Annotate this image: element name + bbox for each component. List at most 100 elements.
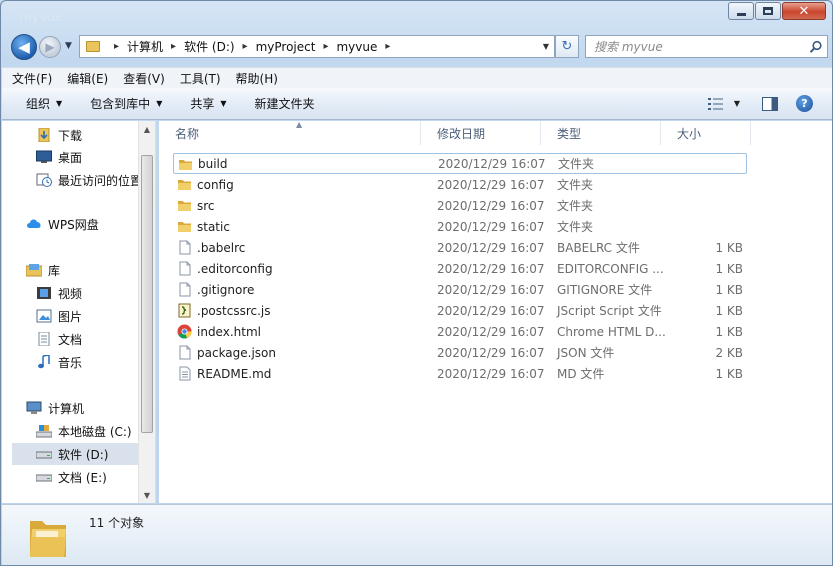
file-date: 2020/12/29 16:07	[438, 156, 546, 171]
file-name: .postcssrc.js	[197, 303, 271, 318]
file-date: 2020/12/29 16:07	[437, 240, 545, 255]
file-row[interactable]: .editorconfig 2020/12/29 16:07 EDITORCONFI…	[173, 258, 747, 279]
file-date: 2020/12/29 16:07	[437, 198, 545, 213]
file-name: src	[197, 198, 215, 213]
breadcrumb-computer[interactable]: 计算机	[127, 38, 163, 55]
breadcrumb-separator[interactable]: ▸	[171, 41, 176, 52]
file-name: package.json	[197, 345, 277, 360]
nav-item-label: WPS网盘	[48, 217, 99, 232]
column-header-name[interactable]: 名称 ▲	[159, 120, 421, 145]
include-in-library-button[interactable]: 包含到库中 ▼	[90, 95, 162, 112]
forward-button[interactable]: ▶	[39, 36, 61, 58]
folder-icon	[177, 219, 192, 234]
refresh-button[interactable]: ↻	[555, 35, 579, 58]
music-icon	[36, 354, 52, 369]
breadcrumb-drive-d[interactable]: 软件 (D:)	[184, 38, 234, 55]
address-bar[interactable]: ▸ 计算机 ▸ 软件 (D:) ▸ myProject ▸ myvue ▸ ▼	[79, 35, 555, 58]
nav-item-6[interactable]: 图片	[36, 305, 82, 327]
recent-pages-button[interactable]: ▼	[65, 41, 72, 51]
file-row[interactable]: README.md 2020/12/29 16:07 MD 文件 1 KB	[173, 363, 747, 384]
file-row[interactable]: config 2020/12/29 16:07 文件夹	[173, 174, 747, 195]
chevron-down-icon: ▼	[56, 99, 63, 108]
menu-help[interactable]: 帮助(H)	[236, 70, 278, 87]
nav-item-4[interactable]: 库	[25, 259, 60, 281]
file-icon	[177, 282, 192, 297]
menu-bar: 文件(F) 编辑(E) 查看(V) 工具(T) 帮助(H)	[2, 67, 832, 88]
file-row[interactable]: index.html 2020/12/29 16:07 Chrome HTML D.…	[173, 321, 747, 342]
back-button[interactable]: ◀	[11, 34, 37, 60]
breadcrumb-myvue[interactable]: myvue	[336, 40, 377, 54]
column-header-type[interactable]: 类型	[541, 121, 661, 145]
file-name: static	[197, 219, 230, 234]
help-icon[interactable]: ?	[796, 95, 813, 112]
breadcrumb-separator[interactable]: ▸	[114, 41, 119, 52]
nav-item-label: 下载	[58, 128, 83, 143]
nav-item-8[interactable]: 音乐	[36, 351, 82, 373]
nav-scroll-thumb[interactable]	[141, 155, 153, 433]
nav-item-1[interactable]: 桌面	[36, 146, 82, 168]
nav-scrollbar[interactable]: ▲ ▼	[138, 121, 155, 503]
file-row[interactable]: .postcssrc.js 2020/12/29 16:07 JScript Scr…	[173, 300, 747, 321]
file-size: 1 KB	[715, 324, 743, 339]
file-list: 名称 ▲ 修改日期 类型 大小 build 2020/12/29 16:07 文件夹…	[159, 120, 832, 503]
menu-tools[interactable]: 工具(T)	[180, 70, 221, 87]
video-icon	[36, 286, 52, 300]
file-type: JScript Script 文件	[557, 304, 662, 318]
menu-view[interactable]: 查看(V)	[123, 70, 165, 87]
search-box[interactable]: 搜索 myvue	[585, 35, 828, 58]
file-date: 2020/12/29 16:07	[437, 366, 545, 381]
close-button[interactable]: ✕	[782, 2, 826, 20]
folder-icon	[178, 157, 193, 172]
scroll-down-icon[interactable]: ▼	[139, 491, 155, 500]
menu-file[interactable]: 文件(F)	[12, 70, 52, 87]
nav-item-2[interactable]: 最近访问的位置	[36, 169, 142, 191]
file-row[interactable]: src 2020/12/29 16:07 文件夹	[173, 195, 747, 216]
nav-item-0[interactable]: 下载	[36, 124, 82, 146]
file-row[interactable]: .babelrc 2020/12/29 16:07 BABELRC 文件 1 KB	[173, 237, 747, 258]
file-date: 2020/12/29 16:07	[437, 324, 545, 339]
column-header-date[interactable]: 修改日期	[421, 121, 541, 145]
search-icon[interactable]	[809, 40, 823, 54]
nav-item-label: 视频	[58, 286, 83, 301]
minimize-button[interactable]	[728, 2, 754, 20]
breadcrumb-separator[interactable]: ▸	[323, 41, 328, 52]
nav-item-10[interactable]: 本地磁盘 (C:)	[35, 420, 132, 442]
maximize-icon	[763, 7, 773, 15]
downloads-icon	[36, 127, 52, 143]
file-row[interactable]: package.json 2020/12/29 16:07 JSON 文件 2 KB	[173, 342, 747, 363]
organize-button[interactable]: 组织 ▼	[26, 95, 62, 112]
file-size: 1 KB	[715, 303, 743, 318]
view-dropdown-icon[interactable]: ▼	[734, 99, 740, 108]
scroll-up-icon[interactable]: ▲	[139, 125, 155, 134]
library-icon	[25, 263, 43, 277]
file-row[interactable]: build 2020/12/29 16:07 文件夹	[173, 153, 747, 174]
file-row[interactable]: .gitignore 2020/12/29 16:07 GITIGNORE 文件 1 …	[173, 279, 747, 300]
navigation-bar: ◀ ▶ ▼ ▸ 计算机 ▸ 软件 (D:) ▸ myProject ▸ myvu…	[7, 31, 828, 63]
nav-item-label: 最近访问的位置	[58, 173, 143, 188]
nav-item-9[interactable]: 计算机	[26, 397, 84, 419]
breadcrumb-separator[interactable]: ▸	[243, 41, 248, 52]
nav-item-5[interactable]: 视频	[36, 282, 82, 304]
column-header-size[interactable]: 大小	[661, 121, 751, 145]
maximize-button[interactable]	[755, 2, 781, 20]
nav-item-7[interactable]: 文档	[36, 328, 82, 350]
nav-item-3[interactable]: WPS网盘	[26, 213, 99, 235]
breadcrumb-myproject[interactable]: myProject	[256, 40, 316, 54]
preview-pane-icon[interactable]	[762, 96, 778, 111]
computer-icon	[26, 401, 42, 415]
nav-item-11[interactable]: 软件 (D:)	[12, 443, 140, 465]
new-folder-button[interactable]: 新建文件夹	[255, 95, 315, 112]
menu-edit[interactable]: 编辑(E)	[67, 70, 108, 87]
view-options-icon[interactable]	[707, 97, 724, 111]
file-name: .babelrc	[197, 240, 246, 255]
address-dropdown-button[interactable]: ▼	[538, 36, 554, 57]
drive-icon	[35, 470, 53, 484]
organize-label: 组织	[26, 97, 51, 111]
file-row[interactable]: static 2020/12/29 16:07 文件夹	[173, 216, 747, 237]
share-button[interactable]: 共享 ▼	[190, 95, 226, 112]
file-type: JSON 文件	[557, 346, 615, 360]
breadcrumb-separator[interactable]: ▸	[385, 41, 390, 52]
nav-item-12[interactable]: 文档 (E:)	[35, 466, 107, 488]
column-date-label: 修改日期	[437, 126, 486, 141]
close-icon: ✕	[798, 3, 810, 19]
